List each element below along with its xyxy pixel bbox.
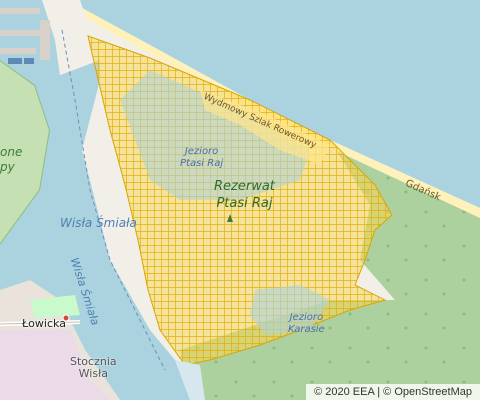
- place-dot-icon: [62, 314, 70, 322]
- map-canvas: [0, 0, 480, 400]
- map-attribution[interactable]: © 2020 EEA | © OpenStreetMap: [306, 384, 480, 400]
- harbor-buildings: [8, 58, 34, 64]
- map-viewport[interactable]: Wisła Śmiała Wisła Śmiała one py Łowicka…: [0, 0, 480, 400]
